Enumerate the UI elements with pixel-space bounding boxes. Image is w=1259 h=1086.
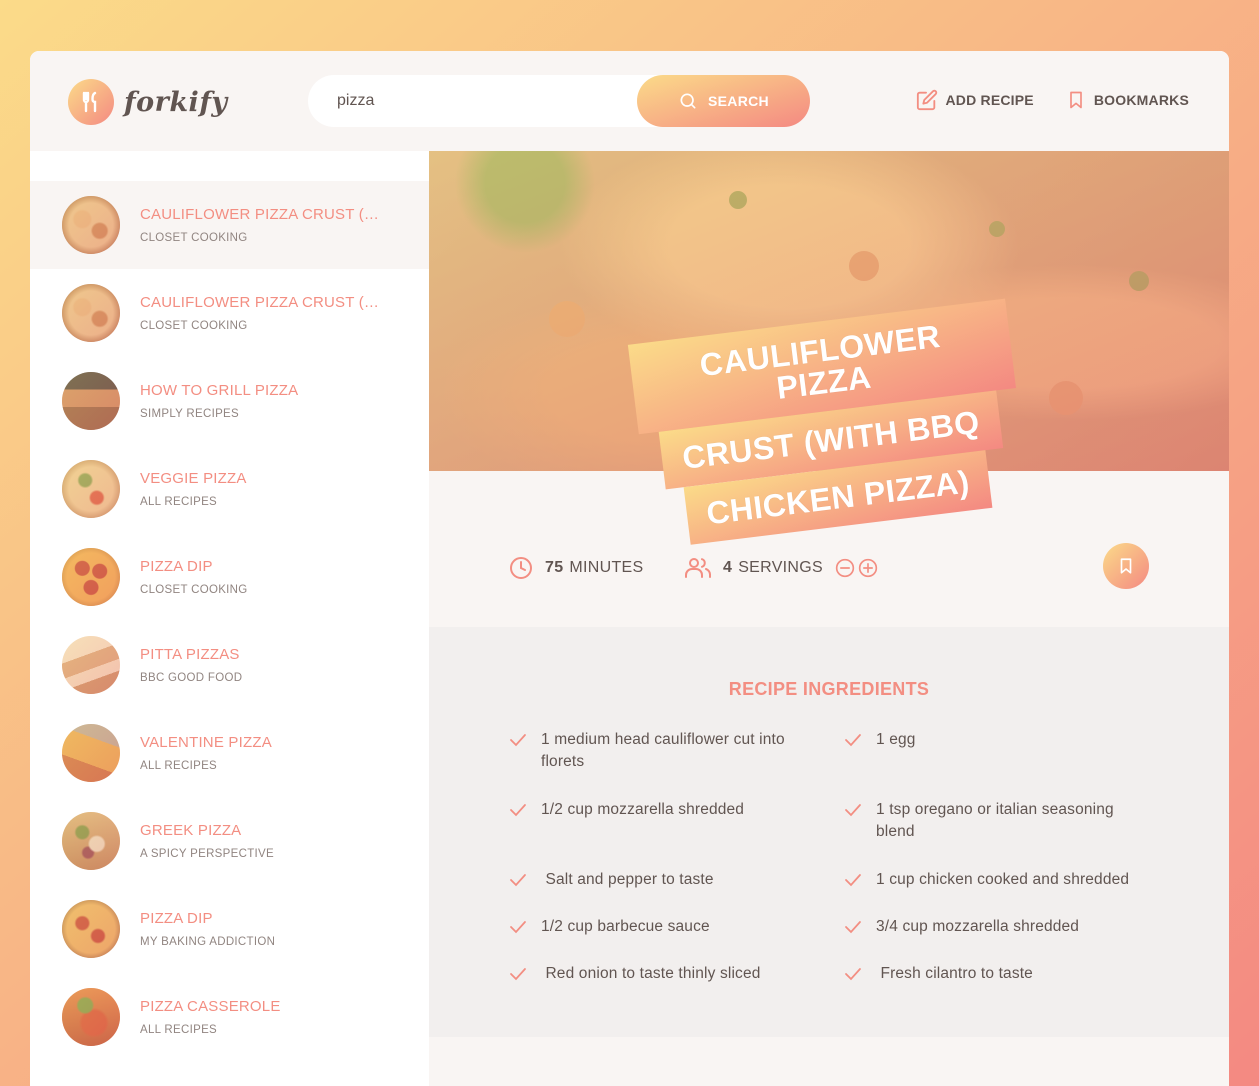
- servings: 4 SERVINGS: [685, 556, 881, 580]
- result-publisher: MY BAKING ADDICTION: [140, 936, 276, 948]
- search-form: SEARCH: [308, 75, 810, 127]
- result-image: [62, 372, 120, 430]
- recipe-ingredients: RECIPE INGREDIENTS 1 medium head caulifl…: [429, 627, 1229, 1037]
- ingredient-item: 1 egg: [844, 729, 1144, 751]
- cooking-time-value: 75: [545, 559, 564, 576]
- result-item[interactable]: CAULIFLOWER PIZZA CRUST (WIT... CLOSET CO…: [30, 181, 429, 269]
- result-publisher: SIMPLY RECIPES: [140, 408, 240, 420]
- result-title: GREEK PIZZA: [140, 822, 242, 839]
- servings-value: 4: [723, 559, 733, 576]
- utensils-icon: [68, 79, 114, 125]
- result-item[interactable]: VEGGIE PIZZA ALL RECIPES: [30, 445, 429, 533]
- result-image: [62, 812, 120, 870]
- ingredient-item: 3/4 cup mozzarella shredded: [844, 916, 1144, 938]
- check-icon: [845, 921, 861, 934]
- result-item[interactable]: HOW TO GRILL PIZZA SIMPLY RECIPES: [30, 357, 429, 445]
- result-item[interactable]: PIZZA DIP MY BAKING ADDICTION: [30, 885, 429, 973]
- plus-circle-icon[interactable]: [858, 558, 878, 578]
- check-icon: [510, 921, 526, 934]
- ingredients-heading: RECIPE INGREDIENTS: [728, 679, 930, 699]
- result-image: [62, 900, 120, 958]
- edit-icon: [916, 89, 937, 111]
- search-button[interactable]: SEARCH: [637, 75, 810, 127]
- logo[interactable]: forkify: [68, 79, 228, 125]
- nav: ADD RECIPE BOOKMARKS: [884, 89, 1190, 111]
- app-name: forkify: [124, 86, 228, 118]
- result-title: CAULIFLOWER PIZZA CRUST (WIT...: [140, 294, 390, 311]
- result-publisher: A SPICY PERSPECTIVE: [140, 848, 274, 860]
- ingredient-item: Salt and pepper to taste: [509, 869, 809, 891]
- header: forkify SEARCH ADD RECIPE BOOKMARKS: [30, 51, 1229, 151]
- result-title: HOW TO GRILL PIZZA: [140, 382, 299, 399]
- cooking-time: 75 MINUTES: [509, 556, 644, 580]
- result-title: CAULIFLOWER PIZZA CRUST (WIT...: [140, 206, 390, 223]
- recipe-view: CAULIFLOWER PIZZA CRUST (WITH BBQ CHICKE…: [429, 151, 1229, 1086]
- ingredient-item: 1 cup chicken cooked and shredded: [844, 869, 1144, 891]
- bookmark-icon: [1070, 91, 1082, 109]
- app-container: forkify SEARCH ADD RECIPE BOOKMARKS CAUL…: [30, 51, 1229, 1086]
- ingredient-item: 1/2 cup mozzarella shredded: [509, 799, 809, 821]
- result-title: PIZZA DIP: [140, 558, 213, 575]
- bookmarks-button[interactable]: BOOKMARKS: [1066, 89, 1189, 111]
- result-publisher: CLOSET COOKING: [140, 232, 248, 244]
- ingredient-item: 1/2 cup barbecue sauce: [509, 916, 809, 938]
- bookmarks-label: BOOKMARKS: [1093, 92, 1189, 108]
- check-icon: [845, 968, 861, 981]
- result-image: [62, 636, 120, 694]
- result-item[interactable]: PIZZA DIP CLOSET COOKING: [30, 533, 429, 621]
- result-image: [62, 460, 120, 518]
- check-icon: [845, 804, 861, 817]
- check-icon: [845, 734, 861, 747]
- search-input[interactable]: [337, 92, 627, 110]
- bookmark-icon: [1120, 558, 1132, 574]
- result-publisher: ALL RECIPES: [140, 760, 218, 772]
- result-item[interactable]: VALENTINE PIZZA ALL RECIPES: [30, 709, 429, 797]
- add-recipe-button[interactable]: ADD RECIPE: [916, 89, 1034, 111]
- ingredient-item: Fresh cilantro to taste: [844, 963, 1144, 985]
- result-publisher: CLOSET COOKING: [140, 320, 248, 332]
- result-title: PIZZA CASSEROLE: [140, 998, 281, 1015]
- result-title: PIZZA DIP: [140, 910, 213, 927]
- clock-icon: [510, 557, 532, 579]
- result-image: [62, 548, 120, 606]
- search-icon: [680, 93, 696, 109]
- check-icon: [510, 874, 526, 887]
- ingredient-item: 1 medium head cauliflower cut into flore…: [509, 729, 809, 773]
- search-button-label: SEARCH: [708, 93, 769, 109]
- result-publisher: ALL RECIPES: [140, 1024, 218, 1036]
- result-publisher: CLOSET COOKING: [140, 584, 248, 596]
- search-results: CAULIFLOWER PIZZA CRUST (WIT... CLOSET CO…: [30, 181, 429, 1061]
- check-icon: [510, 734, 526, 747]
- ingredient-item: Red onion to taste thinly sliced: [509, 963, 809, 985]
- result-item[interactable]: PIZZA CASSEROLE ALL RECIPES: [30, 973, 429, 1061]
- check-icon: [510, 968, 526, 981]
- minus-circle-icon[interactable]: [835, 558, 855, 578]
- cooking-time-unit: MINUTES: [569, 559, 644, 576]
- users-icon: [685, 558, 711, 578]
- result-item[interactable]: GREEK PIZZA A SPICY PERSPECTIVE: [30, 797, 429, 885]
- result-image: [62, 724, 120, 782]
- result-publisher: ALL RECIPES: [140, 496, 218, 508]
- result-image: [62, 988, 120, 1046]
- result-title: VALENTINE PIZZA: [140, 734, 272, 751]
- ingredient-item: 1 tsp oregano or italian seasoning blend: [844, 799, 1144, 843]
- recipe-details: 75 MINUTES 4 SERVINGS: [429, 543, 1229, 596]
- result-image: [62, 284, 120, 342]
- check-icon: [845, 874, 861, 887]
- servings-unit: SERVINGS: [738, 559, 824, 576]
- result-item[interactable]: PITTA PIZZAS BBC GOOD FOOD: [30, 621, 429, 709]
- result-title: VEGGIE PIZZA: [140, 470, 247, 487]
- result-title: PITTA PIZZAS: [140, 646, 240, 663]
- check-icon: [510, 804, 526, 817]
- result-image: [62, 196, 120, 254]
- bookmark-button[interactable]: [1103, 543, 1149, 589]
- result-item[interactable]: CAULIFLOWER PIZZA CRUST (WIT... CLOSET CO…: [30, 269, 429, 357]
- result-publisher: BBC GOOD FOOD: [140, 672, 243, 684]
- add-recipe-label: ADD RECIPE: [945, 92, 1034, 108]
